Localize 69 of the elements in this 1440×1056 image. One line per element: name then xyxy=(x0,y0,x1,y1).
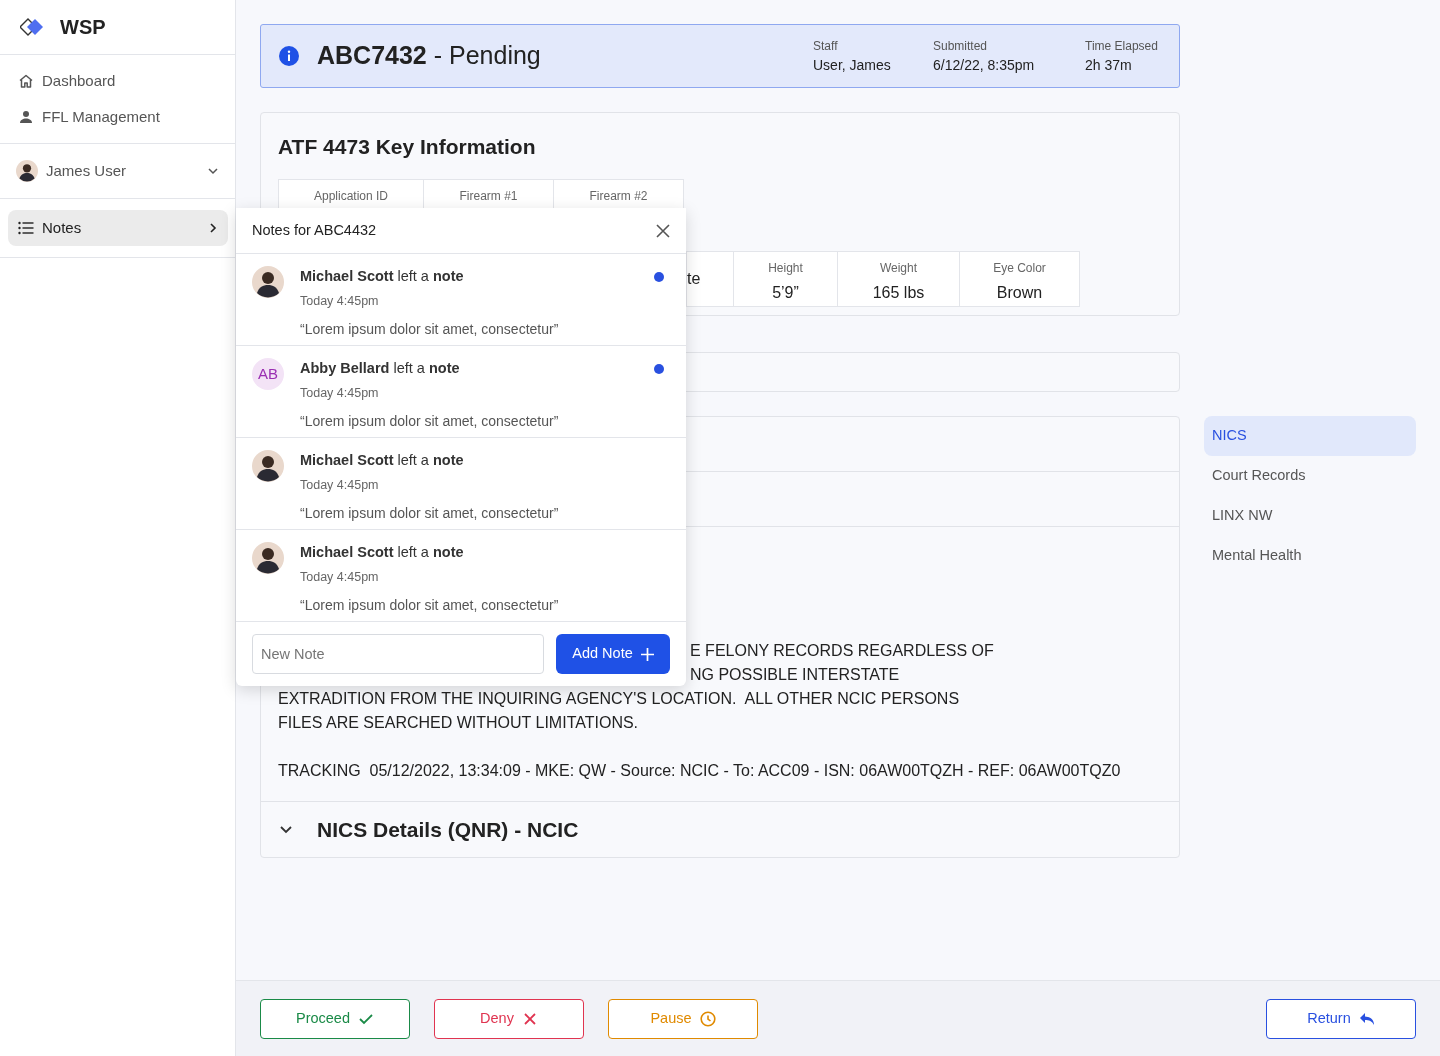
new-note-field[interactable]: New Note xyxy=(252,634,544,674)
popover-title: Notes for ABC4432 xyxy=(252,220,378,240)
field-label: Firearm #1 xyxy=(458,187,519,205)
section-title: NICS Details (QNR) - NCIC xyxy=(317,816,579,843)
notes-item[interactable]: Notes xyxy=(8,210,228,246)
record-line: E FELONY RECORDS REGARDLESS OF xyxy=(690,641,994,661)
close-button[interactable] xyxy=(656,223,670,238)
chevron-icon xyxy=(207,165,219,177)
side-tab[interactable]: Court Records xyxy=(1204,456,1416,496)
note-heading: Michael Scott left a note xyxy=(300,451,465,470)
return-button[interactable]: Return xyxy=(1266,998,1416,1039)
plus-icon xyxy=(640,647,654,661)
note-text: “Lorem ipsum dolor sit amet, consectetur” xyxy=(300,595,560,615)
field-label: Eye Color xyxy=(992,259,1047,277)
tracking-line: TRACKING 05/12/2022, 13:34:09 - MKE: QW - Source: NCIC - To: ACC09 - ISN: 06AW00TQZH - REF: 06AW00TQZ0 xyxy=(278,761,1121,781)
avatar-initials: AB xyxy=(252,358,284,390)
avatar-icon xyxy=(252,266,284,298)
clock-icon xyxy=(699,1010,716,1027)
note-text: “Lorem ipsum dolor sit amet, consectetur” xyxy=(300,503,560,523)
side-tab[interactable]: NICS xyxy=(1204,416,1416,456)
note-time: Today 4:45pm xyxy=(300,568,380,586)
meta-label: Submitted xyxy=(933,37,989,55)
note-heading: Abby Bellard left a note xyxy=(300,359,461,378)
person-icon xyxy=(18,109,34,125)
side-tab[interactable]: LINX NW xyxy=(1204,496,1416,536)
note-text: “Lorem ipsum dolor sit amet, consectetur” xyxy=(300,319,560,339)
field-value: te xyxy=(687,268,701,289)
case-title: ABC7432 - Pending xyxy=(317,40,542,72)
brand-name: WSP xyxy=(60,15,106,40)
logo-icon xyxy=(20,18,44,36)
field-label: Application ID xyxy=(312,187,389,205)
reply-icon xyxy=(1358,1011,1375,1026)
list-icon xyxy=(18,221,34,235)
meta-label: Time Elapsed xyxy=(1085,37,1159,55)
action-button[interactable]: Proceed xyxy=(260,998,410,1039)
action-button[interactable]: Deny xyxy=(434,998,584,1039)
info-icon xyxy=(279,46,299,66)
chevron-icon xyxy=(208,222,218,234)
avatar-icon xyxy=(252,450,284,482)
avatar-icon xyxy=(252,542,284,574)
field-label: Firearm #2 xyxy=(588,187,649,205)
side-tab[interactable]: Mental Health xyxy=(1204,536,1416,576)
note-heading: Michael Scott left a note xyxy=(300,267,465,286)
field-value: 165 lbs xyxy=(871,282,926,303)
field-label: Height xyxy=(767,259,804,277)
field-value: 5’9” xyxy=(771,282,800,303)
field-value: Brown xyxy=(995,282,1044,303)
user-menu[interactable]: James User xyxy=(16,159,219,183)
note-time: Today 4:45pm xyxy=(300,384,380,402)
record-line: NG POSSIBLE INTERSTATE xyxy=(690,665,900,685)
home-icon xyxy=(18,73,34,89)
note-text: “Lorem ipsum dolor sit amet, consectetur” xyxy=(300,411,560,431)
meta-label: Staff xyxy=(813,37,839,55)
close-icon xyxy=(521,1010,538,1027)
meta-value: User, James xyxy=(813,55,892,75)
nav-link[interactable]: Dashboard xyxy=(0,63,235,99)
note-time: Today 4:45pm xyxy=(300,476,380,494)
meta-value: 2h 37m xyxy=(1085,55,1133,75)
record-line: EXTRADITION FROM THE INQUIRING AGENCY'S LOCATION. ALL OTHER NCIC PERSONS xyxy=(278,689,960,709)
field-label: Weight xyxy=(878,259,919,277)
close-icon xyxy=(656,223,670,238)
record-line: FILES ARE SEARCHED WITHOUT LIMITATIONS. xyxy=(278,713,639,733)
note-heading: Michael Scott left a note xyxy=(300,543,465,562)
meta-value: 6/12/22, 8:35pm xyxy=(933,55,1036,75)
note-time: Today 4:45pm xyxy=(300,292,380,310)
add-note-button[interactable]: Add Note xyxy=(556,634,670,674)
avatar-icon xyxy=(16,160,38,182)
card-title: ATF 4473 Key Information xyxy=(278,134,537,160)
nav-link[interactable]: FFL Management xyxy=(0,99,235,135)
